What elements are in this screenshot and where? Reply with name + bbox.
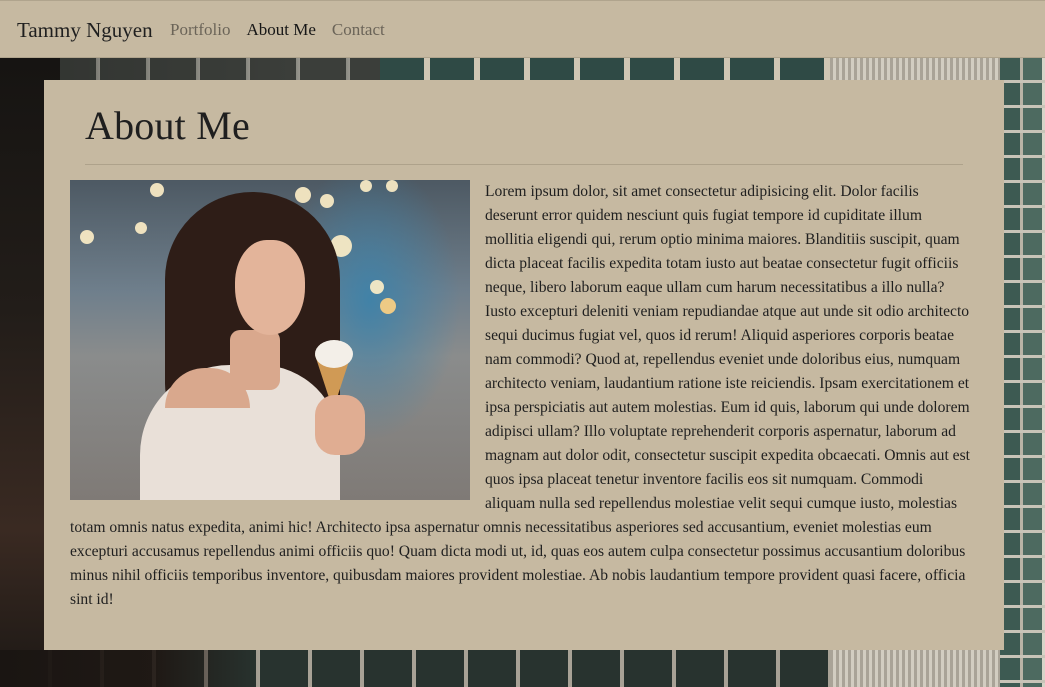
about-card: About Me Lorem ipsum dolor, sit amet con… xyxy=(44,80,1004,650)
brand-link[interactable]: Tammy Nguyen xyxy=(17,18,153,43)
background-glass-facade xyxy=(1000,58,1045,687)
page-title: About Me xyxy=(85,103,250,148)
navbar: Tammy Nguyen Portfolio About Me Contact xyxy=(0,0,1045,58)
nav-link-portfolio[interactable]: Portfolio xyxy=(170,20,230,40)
portrait-photo xyxy=(70,180,470,500)
title-divider xyxy=(85,164,963,165)
nav-link-about-me[interactable]: About Me xyxy=(246,20,315,40)
nav-link-contact[interactable]: Contact xyxy=(332,20,385,40)
background-facade xyxy=(830,58,1000,82)
nav-links: Portfolio About Me Contact xyxy=(170,20,385,40)
about-content: Lorem ipsum dolor, sit amet consectetur … xyxy=(70,180,973,612)
background-facade-bottom xyxy=(830,650,1000,687)
